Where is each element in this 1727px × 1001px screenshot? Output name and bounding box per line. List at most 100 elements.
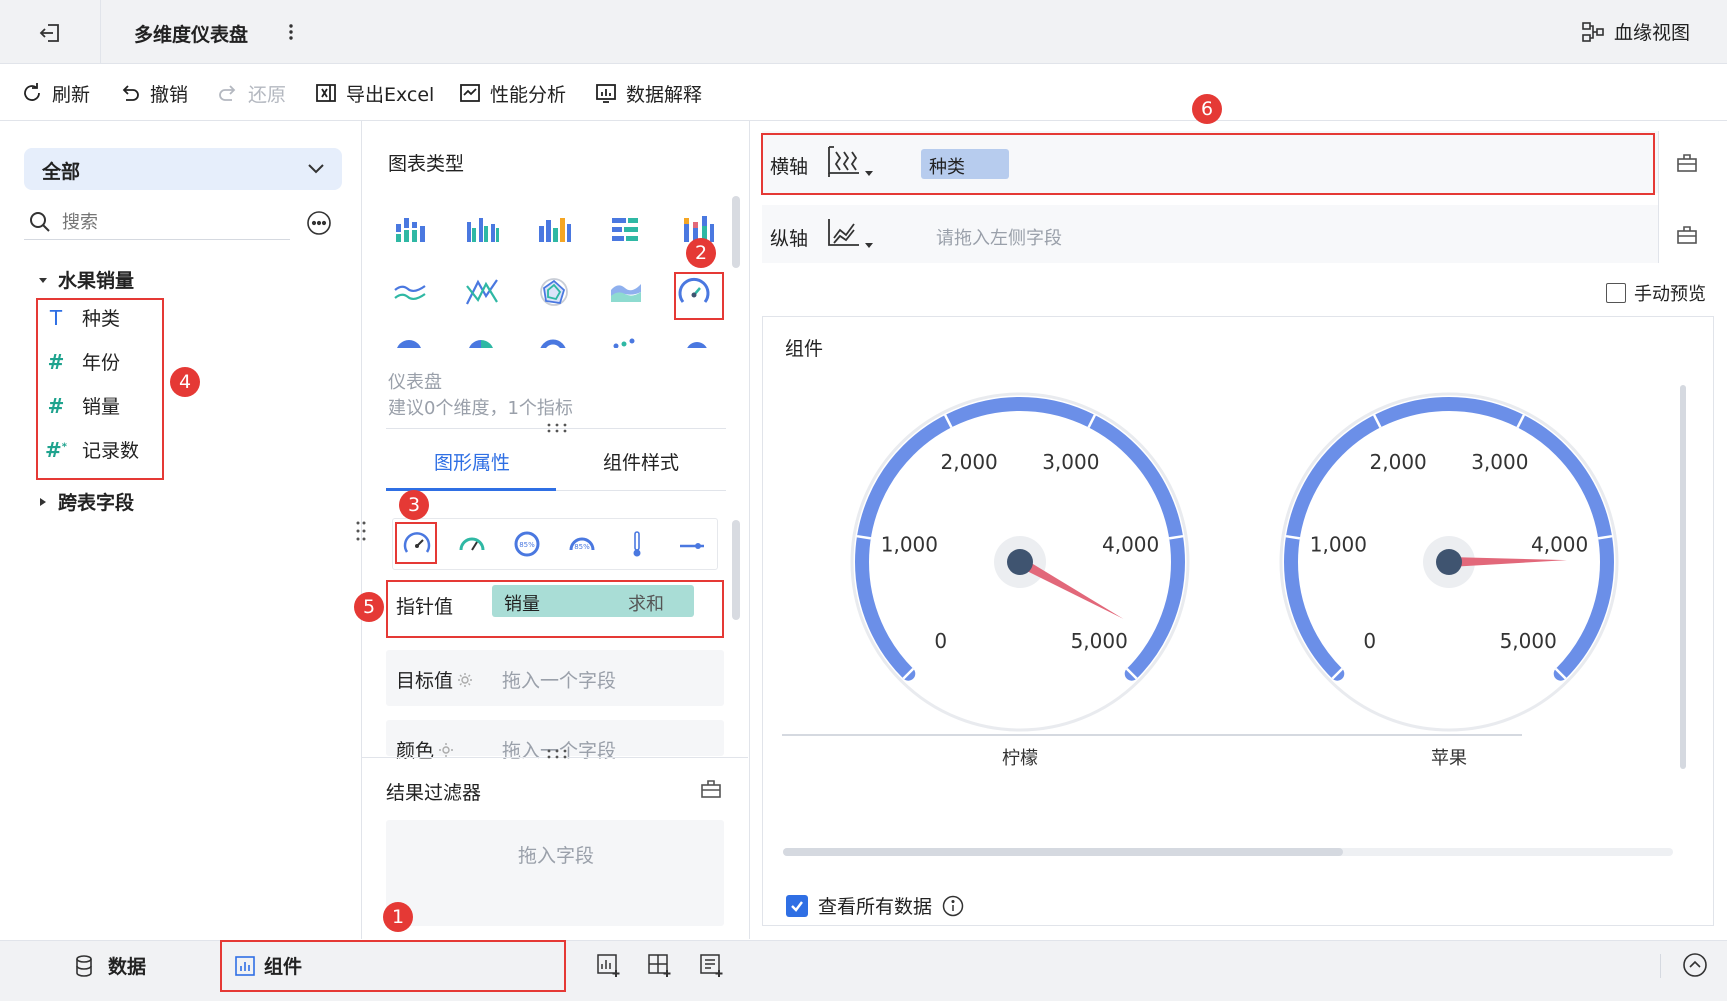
tab-widget-style[interactable]: 组件样式 — [603, 448, 679, 475]
gauge-style-thermometer[interactable] — [617, 528, 657, 560]
dataset-node[interactable]: 水果销量 — [38, 266, 134, 293]
more-menu-button[interactable] — [284, 20, 298, 44]
manual-preview-toggle[interactable]: 手动预览 — [1606, 280, 1706, 306]
add-chart-icon — [596, 952, 622, 978]
settings-icon[interactable] — [438, 742, 454, 758]
target-label-text: 目标值 — [396, 670, 454, 692]
result-filter-settings-button[interactable] — [700, 778, 722, 800]
annotation-badge-1: 1 — [383, 902, 413, 932]
add-chart-widget-button[interactable] — [596, 952, 622, 978]
props-scrollbar[interactable] — [732, 520, 740, 620]
annotation-box-x-axis — [761, 133, 1655, 195]
manual-preview-checkbox[interactable] — [1606, 283, 1626, 303]
toolbox-icon — [700, 778, 722, 800]
refresh-icon — [20, 81, 44, 105]
data-explain-button[interactable]: 数据解释 — [594, 76, 702, 110]
color-label-text: 颜色 — [396, 740, 435, 762]
dataset-dropdown[interactable]: 全部 — [24, 148, 342, 190]
chevron-up-circle-icon — [1682, 952, 1708, 978]
axis-row-divider — [1658, 131, 1659, 263]
y-axis-placeholder[interactable]: 请拖入左侧字段 — [936, 224, 1062, 250]
view-all-data-label: 查看所有数据 — [818, 896, 933, 918]
gauge-style-slider[interactable] — [672, 528, 712, 560]
toolbox-icon — [1676, 224, 1698, 246]
gauge-tick-label: 0 — [1363, 629, 1376, 653]
refresh-button[interactable]: 刷新 — [20, 76, 90, 110]
performance-label: 性能分析 — [490, 83, 567, 106]
chart-type-bar[interactable] — [608, 214, 644, 246]
gauge-style-semicircle[interactable] — [452, 528, 492, 560]
collapse-panel-button[interactable] — [1682, 952, 1708, 978]
performance-icon — [458, 81, 482, 105]
export-excel-label: 导出Excel — [346, 83, 435, 106]
annotation-box-fields — [36, 298, 164, 480]
gauge-style-ring-percent[interactable]: 85% — [507, 528, 547, 560]
rose-chart-icon — [466, 338, 496, 348]
gauge-category-label: 苹果 — [1431, 748, 1467, 769]
panel-resize-handle[interactable] — [354, 518, 368, 544]
chart-type-line[interactable] — [392, 276, 428, 308]
data-tab[interactable]: 数据 — [72, 952, 146, 979]
ring-chart-icon — [538, 338, 568, 348]
gauge-style-bar — [392, 518, 718, 570]
add-detail-table-button[interactable] — [699, 952, 725, 978]
chart-type-map[interactable] — [682, 338, 712, 348]
chart-type-scatter[interactable] — [610, 338, 640, 348]
target-value-placeholder: 拖入一个字段 — [502, 670, 617, 692]
gauge-tick-label: 1,000 — [1310, 532, 1367, 556]
gauge-tick-label: 4,000 — [1102, 532, 1159, 556]
chart-type-grouped-column[interactable] — [392, 214, 428, 246]
chart-type-pie[interactable] — [394, 338, 424, 348]
chart-type-radar[interactable] — [536, 276, 572, 308]
chart-type-title: 图表类型 — [388, 153, 465, 175]
field-search[interactable] — [24, 206, 290, 240]
export-excel-button[interactable]: 导出Excel — [314, 76, 434, 110]
gauge-tick-label: 0 — [934, 629, 947, 653]
chart-type-ring[interactable] — [538, 338, 568, 348]
gauge-tick-label: 2,000 — [941, 450, 998, 474]
redo-button[interactable]: 还原 — [216, 76, 286, 110]
view-all-data-checkbox[interactable] — [786, 894, 808, 917]
data-explain-label: 数据解释 — [626, 83, 703, 106]
y-axis-label: 纵轴 — [770, 228, 809, 250]
chart-vscrollbar[interactable] — [1680, 385, 1686, 769]
gauge-style-arc-percent[interactable]: 85% — [562, 528, 602, 560]
annotation-box-widget-tab — [220, 940, 566, 992]
add-cross-table-button[interactable] — [647, 952, 673, 978]
gauge-arc-style-icon: 85% — [566, 528, 598, 560]
color-label: 颜色 — [396, 736, 454, 763]
search-input[interactable] — [62, 208, 282, 236]
selected-chart-hint: 建议0个维度，1个指标 — [388, 398, 573, 419]
chart-type-column[interactable] — [464, 214, 500, 246]
y-axis-type-button[interactable] — [826, 216, 874, 250]
result-filter-dropzone[interactable] — [386, 820, 724, 926]
add-table-icon — [647, 952, 673, 978]
search-icon — [28, 210, 52, 234]
gauge-tick-label: 1,000 — [881, 532, 938, 556]
info-icon[interactable] — [942, 895, 964, 917]
chart-list-scrollbar[interactable] — [732, 196, 740, 268]
chart-type-rose[interactable] — [466, 338, 496, 348]
exit-button[interactable] — [36, 18, 66, 48]
field-more-button[interactable] — [306, 210, 332, 236]
undo-button[interactable]: 撤销 — [118, 76, 188, 110]
y-axis-settings-button[interactable] — [1676, 224, 1698, 246]
view-all-data-toggle[interactable]: 查看所有数据 — [786, 892, 964, 919]
result-filter-title: 结果过滤器 — [386, 782, 482, 804]
tab-graphic-properties[interactable]: 图形属性 — [434, 448, 510, 475]
chart-hscrollbar-thumb[interactable] — [783, 848, 1343, 856]
lineage-view-button[interactable]: 血缘视图 — [1580, 18, 1690, 45]
widget-title: 组件 — [785, 338, 824, 360]
x-axis-settings-button[interactable] — [1676, 152, 1698, 174]
cross-table-label: 跨表字段 — [58, 492, 135, 514]
settings-icon[interactable] — [457, 672, 473, 688]
dataset-dropdown-value: 全部 — [42, 161, 81, 183]
chart-type-colored-column[interactable] — [536, 214, 572, 246]
svg-text:85%: 85% — [519, 541, 535, 549]
chart-type-row3-clip — [380, 334, 720, 348]
performance-analysis-button[interactable]: 性能分析 — [458, 76, 566, 110]
cross-table-node[interactable]: 跨表字段 — [38, 488, 134, 515]
chart-type-area[interactable] — [608, 276, 644, 308]
section-drag-handle[interactable] — [545, 748, 569, 760]
chart-type-radar-line[interactable] — [464, 276, 500, 308]
